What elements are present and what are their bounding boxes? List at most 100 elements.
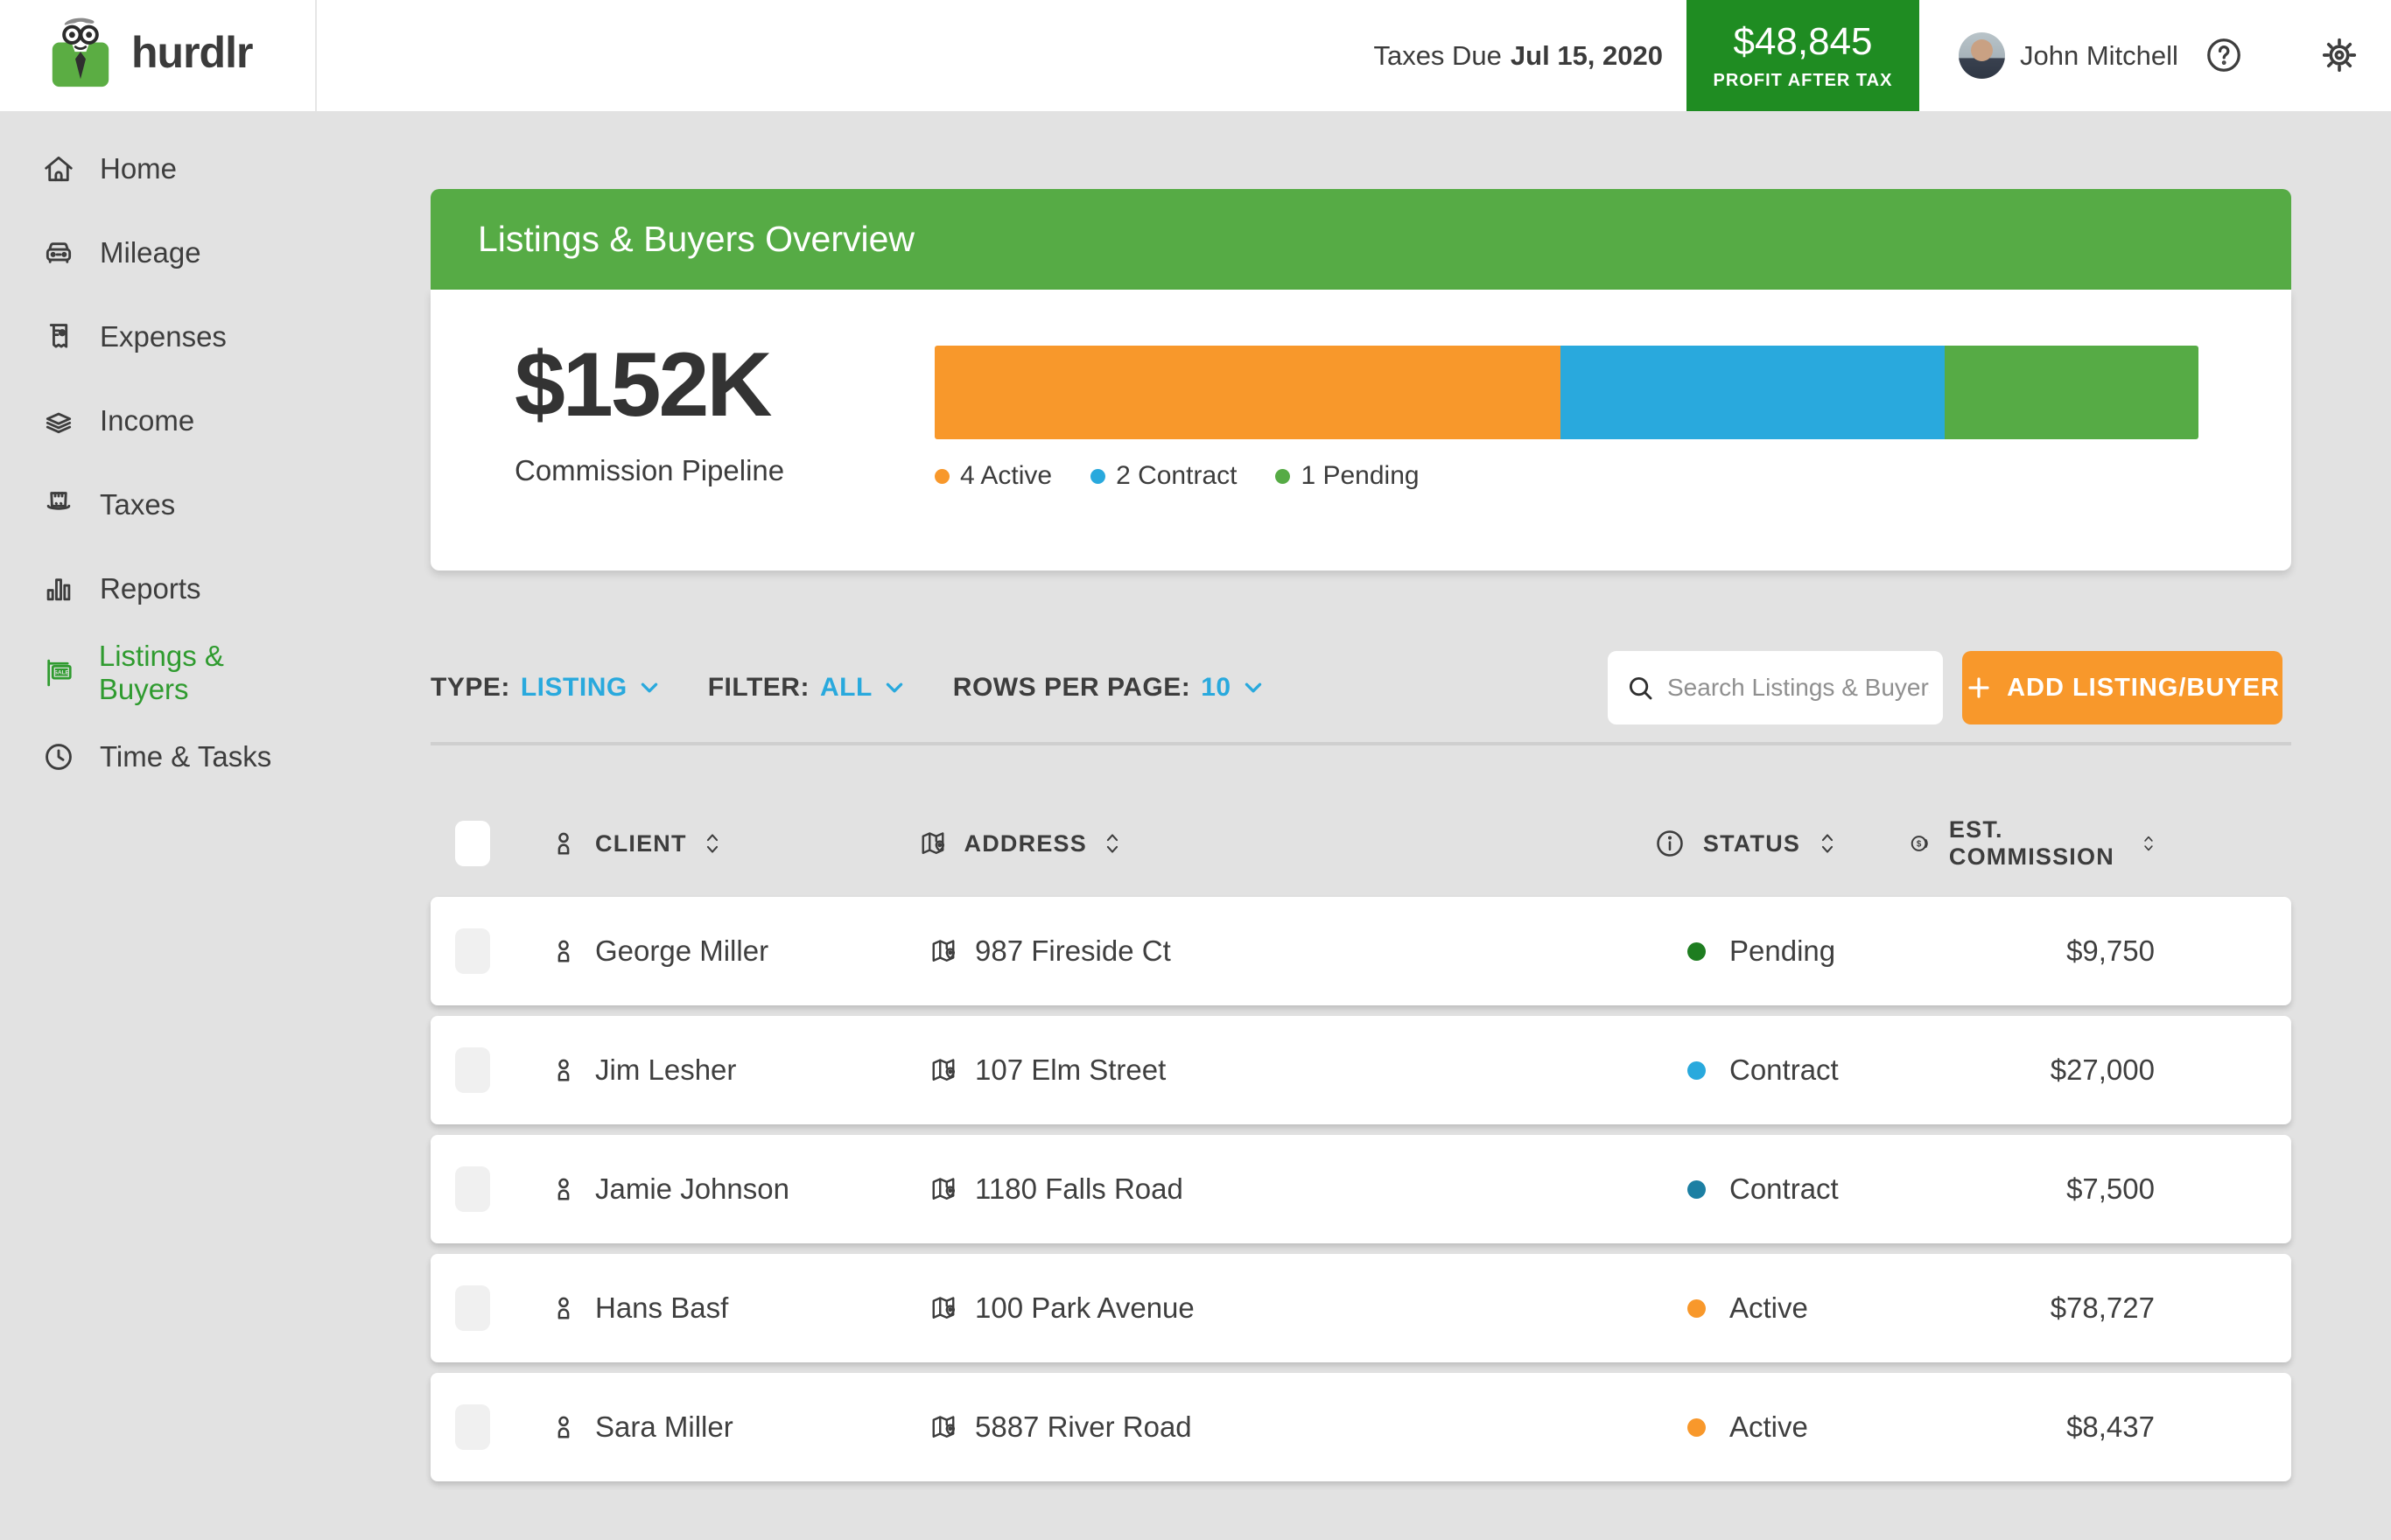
legend-label: 4 Active <box>960 461 1052 491</box>
legend-label: 2 Contract <box>1116 461 1237 491</box>
table-row[interactable]: George Miller 987 Fireside Ct Pending $9… <box>431 897 2291 1005</box>
row-checkbox[interactable] <box>455 1166 490 1212</box>
clock-icon <box>42 740 75 774</box>
chevron-down-icon <box>883 676 906 699</box>
type-label: TYPE: <box>431 673 510 703</box>
search-input[interactable] <box>1667 674 1930 702</box>
type-value: LISTING <box>521 673 628 703</box>
sidebar-item-expenses[interactable]: Expenses <box>0 295 315 379</box>
person-icon <box>548 1054 579 1086</box>
status-label: Contract <box>1729 1054 1839 1087</box>
select-all-checkbox[interactable] <box>455 821 490 866</box>
table-row[interactable]: Jamie Johnson 1180 Falls Road Contract $… <box>431 1135 2291 1243</box>
table-row[interactable]: Jim Lesher 107 Elm Street Contract $27,0… <box>431 1016 2291 1124</box>
chevron-down-icon <box>638 676 661 699</box>
tax-hat-icon <box>42 488 75 522</box>
commission-amount: $78,727 <box>2051 1292 2155 1325</box>
search-icon <box>1625 673 1655 703</box>
person-icon <box>548 828 579 859</box>
add-listing-buyer-label: ADD LISTING/BUYER <box>2007 674 2280 703</box>
commission-amount: $8,437 <box>2066 1410 2155 1444</box>
status-dot <box>1687 1180 1706 1199</box>
profit-after-tax-box[interactable]: $48,845 PROFIT AFTER TAX <box>1686 0 1919 111</box>
table-header: CLIENT ADDRESS STATUS EST. COMMISSION <box>431 808 2291 878</box>
commission-column-header[interactable]: EST. COMMISSION <box>1909 816 2291 871</box>
status-dot <box>1687 942 1706 961</box>
receipt-icon <box>42 320 75 354</box>
status-column-header[interactable]: STATUS <box>1654 828 1909 859</box>
map-pin-icon <box>928 935 959 967</box>
person-icon <box>548 1173 579 1205</box>
pipeline-stacked-bar <box>935 346 2198 439</box>
person-icon <box>548 1411 579 1443</box>
sidebar-item-reports[interactable]: Reports <box>0 547 315 631</box>
person-icon <box>548 1292 579 1324</box>
sidebar-item-time-tasks[interactable]: Time & Tasks <box>0 715 315 799</box>
add-listing-buyer-button[interactable]: ADD LISTING/BUYER <box>1962 651 2282 724</box>
client-header-label: CLIENT <box>595 830 687 858</box>
filter-value: ALL <box>820 673 873 703</box>
home-icon <box>42 152 75 186</box>
row-checkbox[interactable] <box>455 1404 490 1450</box>
bar-segment-pending <box>1945 346 2198 439</box>
sort-arrows-icon[interactable] <box>705 831 720 856</box>
address-header-label: ADDRESS <box>964 830 1087 858</box>
filter-label: FILTER: <box>708 673 810 703</box>
taxes-due-date: Jul 15, 2020 <box>1511 40 1663 72</box>
sidebar-item-label: Taxes <box>100 488 175 522</box>
sidebar-item-label: Income <box>100 404 194 438</box>
info-icon <box>1654 828 1686 859</box>
sort-arrows-icon[interactable] <box>1104 831 1120 856</box>
sidebar-item-label: Listings & Buyers <box>99 640 315 706</box>
filter-dropdown[interactable]: FILTER: ALL <box>708 673 906 703</box>
table-row[interactable]: Sara Miller 5887 River Road Active $8,43… <box>431 1373 2291 1481</box>
client-name: Sara Miller <box>595 1410 733 1444</box>
address: 100 Park Avenue <box>975 1292 1195 1325</box>
sort-arrows-icon[interactable] <box>1820 831 1835 856</box>
row-checkbox[interactable] <box>455 928 490 974</box>
legend-dot-pending <box>1275 469 1290 484</box>
plus-icon <box>1965 674 1993 702</box>
sidebar-item-income[interactable]: Income <box>0 379 315 463</box>
help-icon[interactable] <box>2204 35 2244 75</box>
status-dot <box>1687 1299 1706 1318</box>
sort-arrows-icon[interactable] <box>2142 831 2155 856</box>
brand-logo: hurdlr <box>40 12 252 93</box>
row-checkbox[interactable] <box>455 1047 490 1093</box>
pipeline-legend: 4 Active 2 Contract 1 Pending <box>935 461 1420 491</box>
status-dot <box>1687 1418 1706 1437</box>
overview-card-header: Listings & Buyers Overview <box>431 189 2291 290</box>
table-filters: TYPE: LISTING FILTER: ALL ROWS PER PAGE:… <box>431 651 1265 724</box>
search-box <box>1608 651 1943 724</box>
status-label: Active <box>1729 1410 1808 1444</box>
map-pin-icon <box>928 1292 959 1324</box>
commission-amount: $9,750 <box>2066 934 2155 968</box>
top-bar: hurdlr Taxes Due Jul 15, 2020 $48,845 PR… <box>0 0 2391 111</box>
taxes-due-label: Taxes Due <box>1373 40 1501 72</box>
rows-per-page-dropdown[interactable]: ROWS PER PAGE: 10 <box>953 673 1265 703</box>
coins-icon <box>1909 828 1933 859</box>
bar-segment-active <box>935 346 1560 439</box>
client-name: Jamie Johnson <box>595 1172 789 1206</box>
topbar-divider <box>315 0 317 111</box>
legend-item-pending: 1 Pending <box>1275 461 1419 491</box>
sidebar-item-label: Home <box>100 152 177 186</box>
type-dropdown[interactable]: TYPE: LISTING <box>431 673 661 703</box>
status-header-label: STATUS <box>1703 830 1800 858</box>
sidebar-item-listings-buyers[interactable]: Listings & Buyers <box>0 631 315 715</box>
bar-segment-contract <box>1560 346 1945 439</box>
sidebar-item-mileage[interactable]: Mileage <box>0 211 315 295</box>
row-checkbox[interactable] <box>455 1285 490 1331</box>
sidebar-item-label: Time & Tasks <box>100 740 271 774</box>
user-avatar[interactable] <box>1959 32 2005 79</box>
address-column-header[interactable]: ADDRESS <box>905 828 1364 859</box>
status-label: Contract <box>1729 1172 1839 1206</box>
table-row[interactable]: Hans Basf 100 Park Avenue Active $78,727 <box>431 1254 2291 1362</box>
sidebar-item-label: Mileage <box>100 236 201 270</box>
avatar-photo <box>1971 39 1993 61</box>
brand-name: hurdlr <box>131 27 252 78</box>
sidebar-item-home[interactable]: Home <box>0 127 315 211</box>
client-column-header[interactable]: CLIENT <box>548 828 905 859</box>
sidebar-item-taxes[interactable]: Taxes <box>0 463 315 547</box>
settings-gear-icon[interactable] <box>2319 35 2359 75</box>
